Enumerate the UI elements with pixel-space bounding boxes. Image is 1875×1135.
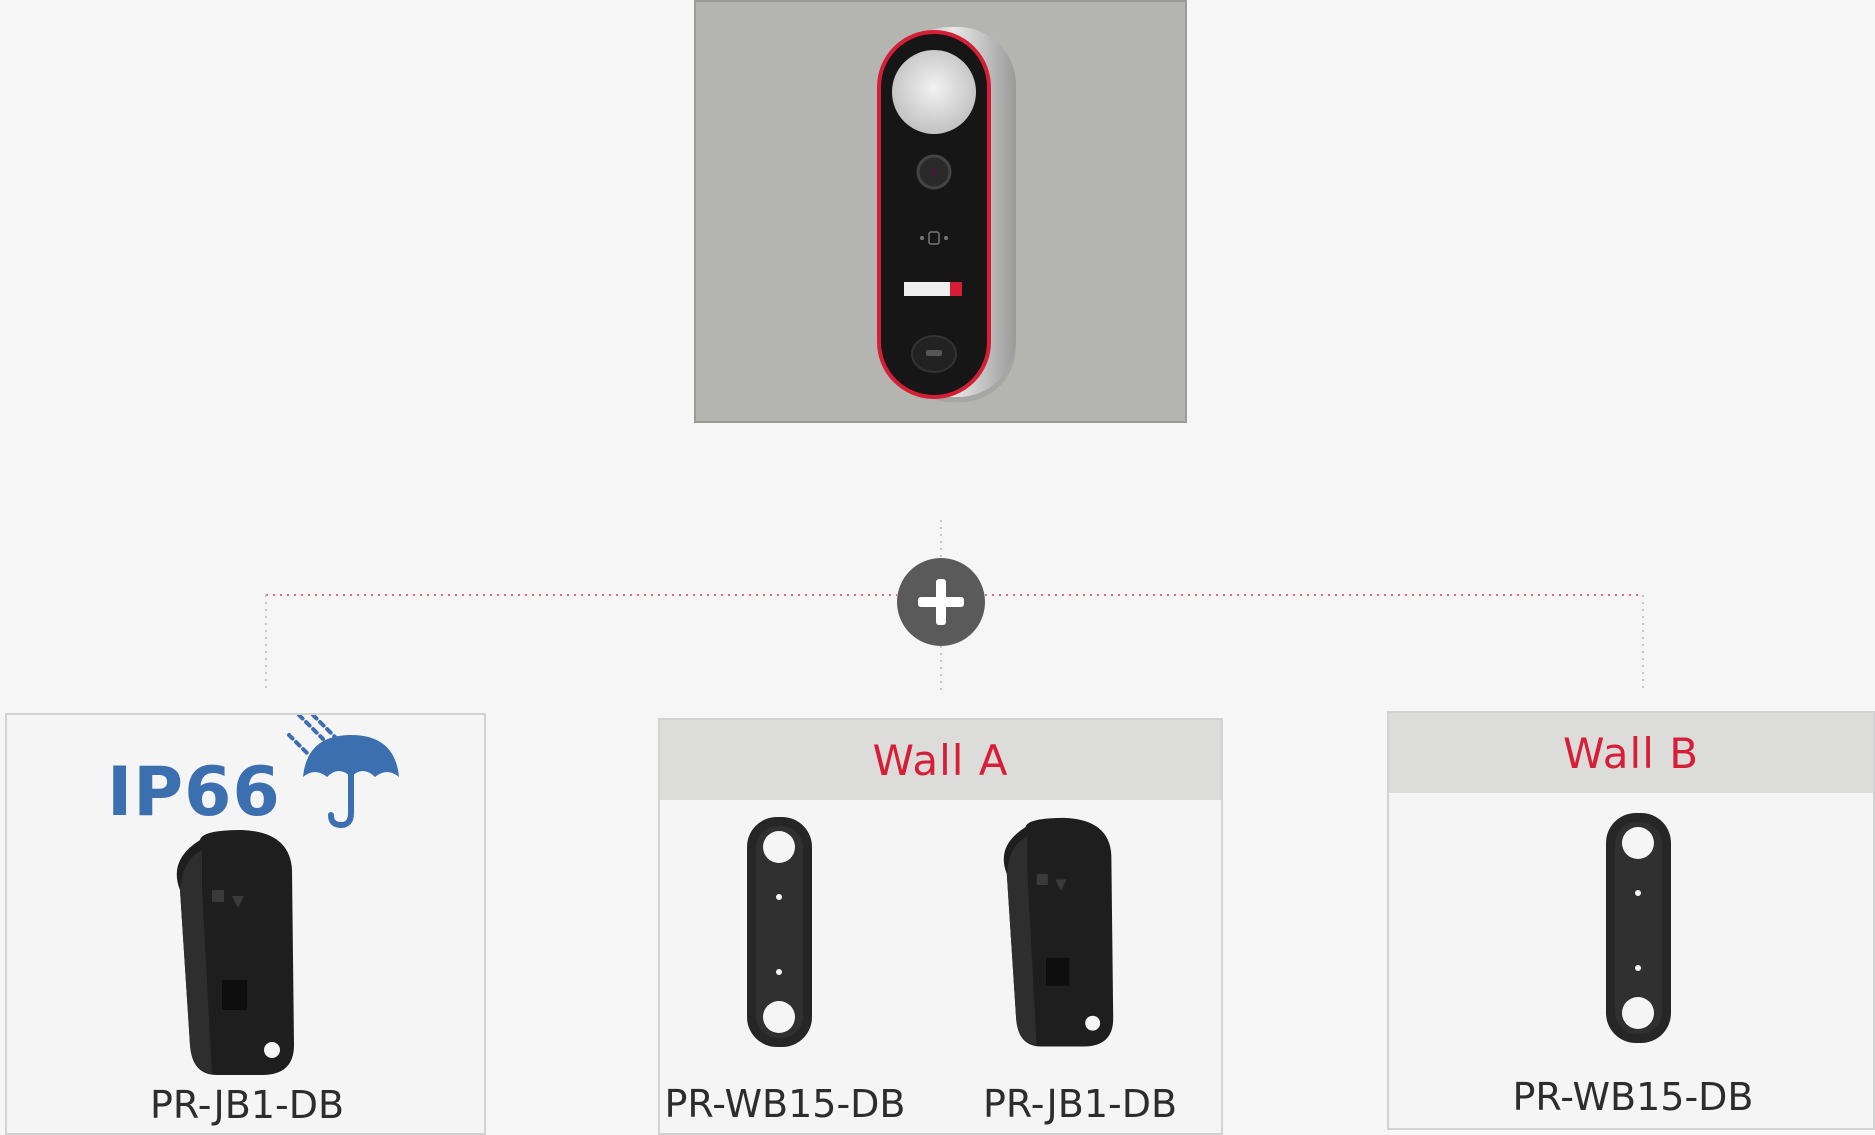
panel-wall-a: Wall A PR-WB15-DB PR-JB1-DB xyxy=(658,718,1223,1135)
plus-icon xyxy=(897,558,985,646)
product-label: PR-WB15-DB xyxy=(1512,1075,1754,1119)
umbrella-rain-icon xyxy=(287,715,399,829)
doorbell-illustration xyxy=(877,27,1016,402)
wall-bracket-image xyxy=(747,817,812,1047)
wall-b-title: Wall B xyxy=(1389,713,1873,793)
doorbell-product-image xyxy=(694,0,1187,423)
junction-box-cover-image xyxy=(176,830,294,1075)
wall-a-title: Wall A xyxy=(660,720,1221,800)
product-label: PR-WB15-DB xyxy=(664,1082,906,1126)
ip66-badge: IP66 xyxy=(107,753,281,832)
panel-ip66-cover: IP66 PR-JB1-DB xyxy=(5,713,486,1135)
junction-box-cover-image xyxy=(1003,817,1114,1047)
wall-bracket-image xyxy=(1606,813,1671,1043)
product-label: PR-JB1-DB xyxy=(982,1082,1178,1126)
panel-wall-b: Wall B PR-WB15-DB xyxy=(1387,711,1875,1130)
product-label: PR-JB1-DB xyxy=(149,1083,345,1127)
